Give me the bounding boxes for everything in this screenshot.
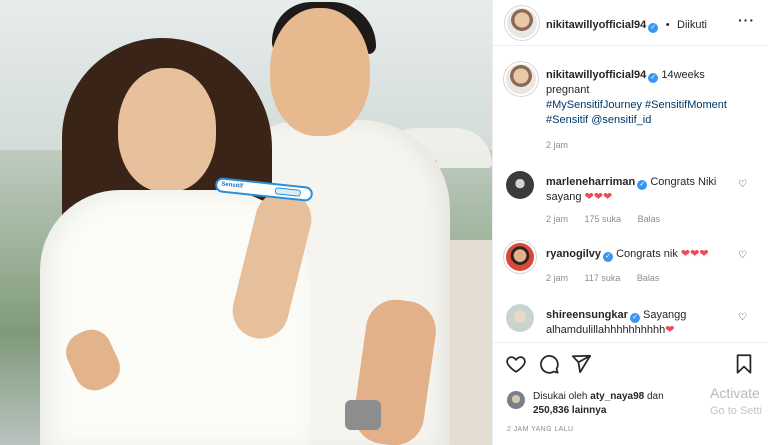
caption-avatar[interactable] [506, 64, 536, 94]
post-side-panel: nikitawillyofficial94 ✓ • Diikuti ··· nik… [492, 0, 768, 445]
likes-middle: dan [646, 391, 664, 402]
photo-woman-face [118, 68, 216, 192]
liker-avatar[interactable] [507, 391, 525, 409]
comments-list[interactable]: nikitawillyofficial94 ✓ 14weeks pregnant … [493, 47, 768, 341]
caption-username[interactable]: nikitawillyofficial94 [546, 69, 646, 81]
heart-like-icon[interactable] [505, 353, 527, 375]
separator-dot: • [665, 19, 670, 31]
comment-username[interactable]: shireensungkar [546, 309, 628, 321]
comment-avatar[interactable] [506, 171, 534, 199]
author-username[interactable]: nikitawillyofficial94 [546, 19, 646, 31]
comment-reply-button[interactable]: Balas [637, 273, 660, 283]
test-window [274, 187, 302, 197]
comment-time[interactable]: 2 jam [546, 214, 568, 224]
likes-summary: Disukai oleh aty_naya98 dan 250,836 lain… [533, 390, 664, 418]
post-header: nikitawillyofficial94 ✓ • Diikuti ··· [493, 0, 768, 46]
comment-body: marleneharriman ✓ Congrats Niki sayang ❤❤… [546, 175, 746, 205]
comment-bubble-icon[interactable] [538, 353, 560, 375]
caption-body: nikitawillyofficial94 ✓ 14weeks pregnant … [546, 68, 746, 128]
comment-reply-button[interactable]: Balas [638, 214, 661, 224]
post-timestamp[interactable]: 2 JAM YANG LALU [507, 426, 573, 433]
watermark-subtitle: Go to Setti [710, 405, 762, 417]
comment-avatar[interactable] [506, 243, 534, 271]
verified-badge-icon: ✓ [648, 73, 659, 83]
comment-meta: 2 jam 175 suka Balas [546, 214, 674, 224]
likes-first-user[interactable]: aty_naya98 [590, 391, 644, 402]
likes-count[interactable]: 250,836 lainnya [533, 405, 606, 416]
heart-emoji: ❤❤❤ [680, 248, 709, 260]
verified-badge-icon: ✓ [629, 313, 640, 323]
verified-badge-icon: ✓ [603, 252, 614, 262]
likes-prefix: Disukai oleh [533, 391, 588, 402]
comment-meta: 2 jam 117 suka Balas [546, 273, 673, 283]
follow-status-button[interactable]: Diikuti [677, 19, 707, 31]
caption-meta: 2 jam [546, 140, 582, 150]
comment-username[interactable]: marleneharriman [546, 176, 635, 188]
author-avatar[interactable] [507, 8, 537, 38]
comment-avatar[interactable] [506, 304, 534, 332]
comment-body: shireensungkar ✓ Sayangg alhamdulillahhhh… [546, 308, 746, 338]
like-comment-heart-icon[interactable]: ♡ [738, 312, 747, 323]
author-line: nikitawillyofficial94 ✓ • Diikuti [546, 15, 707, 33]
more-horizontal-icon[interactable]: ··· [738, 12, 755, 28]
caption-time[interactable]: 2 jam [546, 140, 568, 150]
comment-username[interactable]: ryanogilvy [546, 248, 601, 260]
comment-time[interactable]: 2 jam [546, 273, 568, 283]
comment-likes[interactable]: 175 suka [585, 214, 622, 224]
caption-hashtags[interactable]: #MySensitifJourney #SensitifMoment #Sens… [546, 99, 727, 126]
comment-text: Congrats nik [616, 248, 678, 260]
like-comment-heart-icon[interactable]: ♡ [738, 179, 747, 190]
like-comment-heart-icon[interactable]: ♡ [738, 250, 747, 261]
post-photo[interactable]: Sensitif [0, 0, 492, 445]
heart-emoji: ❤ [665, 324, 675, 336]
share-paper-plane-icon[interactable] [570, 353, 592, 375]
bookmark-save-icon[interactable] [733, 353, 755, 375]
photo-watch [345, 400, 381, 430]
photo-man-face [270, 8, 370, 136]
comment-likes[interactable]: 117 suka [585, 273, 621, 283]
comment-body: ryanogilvy ✓ Congrats nik ❤❤❤ [546, 247, 746, 262]
test-brand-label: Sensitif [220, 181, 244, 190]
verified-badge-icon: ✓ [637, 180, 648, 190]
watermark-title: Activate [710, 385, 760, 401]
windows-activation-watermark: Activate Go to Setti [710, 384, 762, 420]
heart-emoji: ❤❤❤ [584, 191, 613, 203]
verified-badge-icon: ✓ [648, 23, 659, 33]
